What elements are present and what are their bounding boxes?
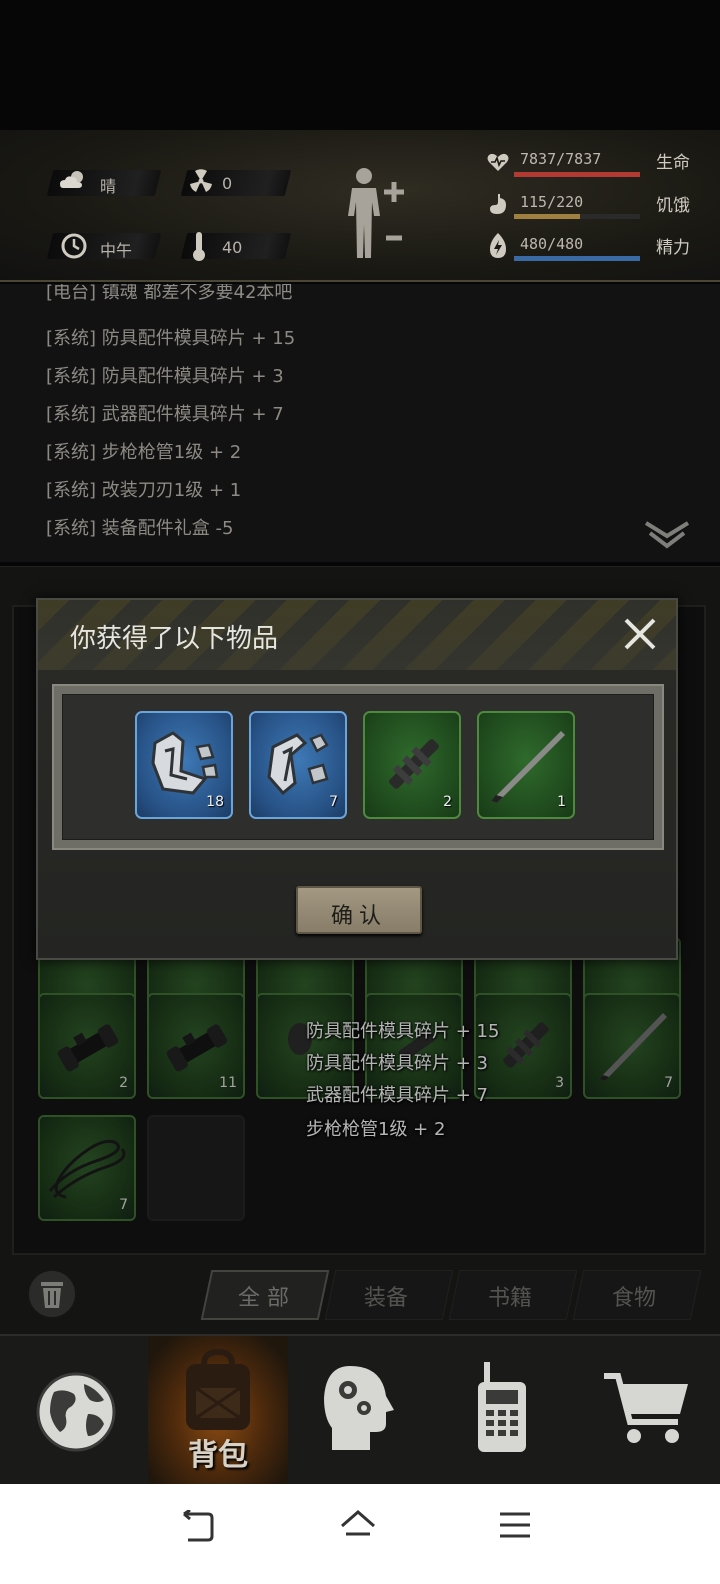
home-icon[interactable] <box>338 1508 378 1544</box>
health-label: 生命 <box>656 153 690 173</box>
time-label: 中午 <box>100 241 133 260</box>
reward-count: 2 <box>443 794 452 810</box>
nav-skills[interactable] <box>290 1336 430 1486</box>
energy-value: 480/480 <box>520 235 584 253</box>
temperature-value: 40 <box>222 238 243 257</box>
weather-label: 晴 <box>100 177 117 196</box>
armor-mold-fragment-icon <box>151 731 219 795</box>
reward-list: 18 7 2 1 <box>62 694 654 840</box>
nav-backpack[interactable]: 背包 <box>148 1336 288 1486</box>
health-bar-fill <box>514 172 640 177</box>
bottom-nav: 背包 <box>0 1334 720 1486</box>
nav-backpack-label: 背包 <box>188 1438 248 1473</box>
reward-item[interactable]: 7 <box>249 711 347 819</box>
energy-bar <box>514 256 640 261</box>
health-value: 7837/7837 <box>520 150 602 168</box>
game-screen: 晴 0 中午 40 7837/7837 生命 115/220 饥饿 480/48… <box>0 0 720 1584</box>
reward-count: 18 <box>206 794 224 810</box>
energy-icon <box>490 233 506 258</box>
dialog-title: 你获得了以下物品 <box>70 624 279 654</box>
reward-frame: 18 7 2 1 <box>52 684 664 850</box>
reward-item[interactable]: 18 <box>135 711 233 819</box>
nav-world[interactable] <box>6 1336 146 1486</box>
nav-radio[interactable] <box>432 1336 572 1486</box>
reward-count: 1 <box>557 794 566 810</box>
system-nav-bar <box>0 1484 720 1584</box>
log-line: [系统] 武器配件模具碎片 + 7 <box>46 404 284 425</box>
health-bar <box>514 172 640 177</box>
globe-icon <box>36 1372 116 1452</box>
stomach-icon <box>490 194 506 214</box>
radiation-value: 0 <box>222 174 233 193</box>
hunger-bar-fill <box>514 214 580 219</box>
back-icon[interactable] <box>180 1510 216 1544</box>
radiation-icon <box>190 169 212 192</box>
thermometer-icon <box>193 232 205 261</box>
cart-icon <box>604 1373 688 1443</box>
hunger-bar <box>514 214 640 219</box>
confirm-button[interactable]: 确认 <box>296 886 422 934</box>
reward-count: 7 <box>329 794 338 810</box>
head-gears-icon <box>324 1366 394 1450</box>
nav-shop[interactable] <box>574 1336 714 1486</box>
log-line: [系统] 改装刀刃1级 + 1 <box>46 480 242 501</box>
reward-item[interactable]: 1 <box>477 711 575 819</box>
energy-bar-fill <box>514 256 640 261</box>
backpack-icon <box>186 1348 250 1430</box>
log-line: [系统] 步枪枪管1级 + 2 <box>46 442 242 463</box>
reward-dialog: 你获得了以下物品 18 7 2 1 确认 <box>36 598 678 960</box>
hunger-label: 饥饿 <box>656 196 690 216</box>
menu-icon[interactable] <box>498 1510 532 1540</box>
message-log[interactable]: [电台] 镇魂 都差不多要42本吧 [系统] 防具配件模具碎片 + 15 [系统… <box>0 284 720 562</box>
confirm-button-label: 确认 <box>330 904 387 929</box>
log-line: [系统] 防具配件模具碎片 + 15 <box>46 328 296 349</box>
clock-icon <box>61 233 87 259</box>
rifle-barrel-icon <box>389 739 439 789</box>
weapon-mold-fragment-icon <box>267 733 329 796</box>
energy-label: 精力 <box>656 238 690 258</box>
cloud-sun-icon <box>60 171 83 188</box>
reward-item[interactable]: 2 <box>363 711 461 819</box>
log-line: [电台] 镇魂 都差不多要42本吧 <box>46 284 293 303</box>
heart-icon <box>487 153 509 171</box>
body-plus-minus-icon[interactable] <box>344 166 414 262</box>
double-chevron-down-icon[interactable] <box>644 520 690 550</box>
close-icon[interactable] <box>620 614 660 654</box>
hunger-value: 115/220 <box>520 193 584 211</box>
log-line: [系统] 装备配件礼盒 -5 <box>46 518 234 539</box>
status-header: 晴 0 中午 40 7837/7837 生命 115/220 饥饿 480/48… <box>0 130 720 282</box>
radio-icon <box>478 1362 526 1452</box>
log-line: [系统] 防具配件模具碎片 + 3 <box>46 366 284 387</box>
